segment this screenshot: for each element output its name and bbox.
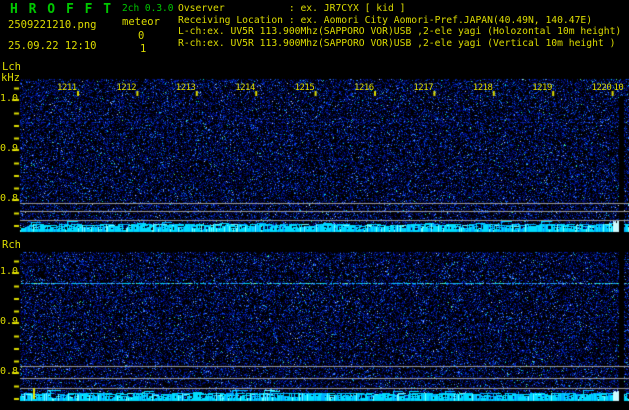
time-label: 1217 bbox=[413, 84, 433, 93]
observer-line: Ovserver : ex. JR7CYX [ kid ] bbox=[178, 4, 405, 14]
app-title: H R O F F T bbox=[10, 3, 113, 16]
time-label-partial: 10 bbox=[614, 84, 624, 93]
lch-rig-line: L-ch:ex. UV5R 113.900Mhz(SAPPORO VOR)USB… bbox=[178, 27, 621, 37]
mode-label: meteor bbox=[122, 17, 160, 28]
lch-panel-label: Lch bbox=[2, 62, 21, 73]
rch-rig-line: R-ch:ex. UV5R 113.900Mhz(SAPPORO VOR)USB… bbox=[178, 39, 615, 49]
time-label: 1218 bbox=[473, 84, 493, 93]
time-label: 1212 bbox=[116, 84, 136, 93]
time-label: 1213 bbox=[176, 84, 196, 93]
version-label: 2ch 0.3.0 bbox=[122, 4, 173, 14]
rch-panel-label: Rch bbox=[2, 240, 21, 251]
rch-ytick-label: 0.9 bbox=[0, 317, 18, 327]
rch-ytick-label: 0.8 bbox=[0, 367, 18, 377]
lch-ytick-label: 1.0 bbox=[0, 94, 18, 104]
time-label: 1215 bbox=[295, 84, 315, 93]
lch-count: 0 bbox=[138, 31, 144, 42]
datetime-label: 25.09.22 12:10 bbox=[8, 41, 97, 52]
hrofft-window: H R O F F T 2ch 0.3.0 meteor 2509221210.… bbox=[0, 0, 629, 410]
khz-units-label: kHz bbox=[1, 73, 20, 84]
filename-label: 2509221210.png bbox=[8, 20, 97, 31]
rch-ytick-label: 1.0 bbox=[0, 267, 18, 277]
lch-ytick-label: 0.9 bbox=[0, 144, 18, 154]
time-label: 1220 bbox=[592, 84, 612, 93]
lch-ytick-label: 0.8 bbox=[0, 194, 18, 204]
time-label: 1219 bbox=[532, 84, 552, 93]
rch-count: 1 bbox=[140, 44, 146, 55]
spectrogram-canvas bbox=[0, 0, 629, 410]
time-label: 1211 bbox=[57, 84, 77, 93]
time-label: 1216 bbox=[354, 84, 374, 93]
time-label: 1214 bbox=[235, 84, 255, 93]
location-line: Receiving Location : ex. Aomori City Aom… bbox=[178, 16, 592, 26]
